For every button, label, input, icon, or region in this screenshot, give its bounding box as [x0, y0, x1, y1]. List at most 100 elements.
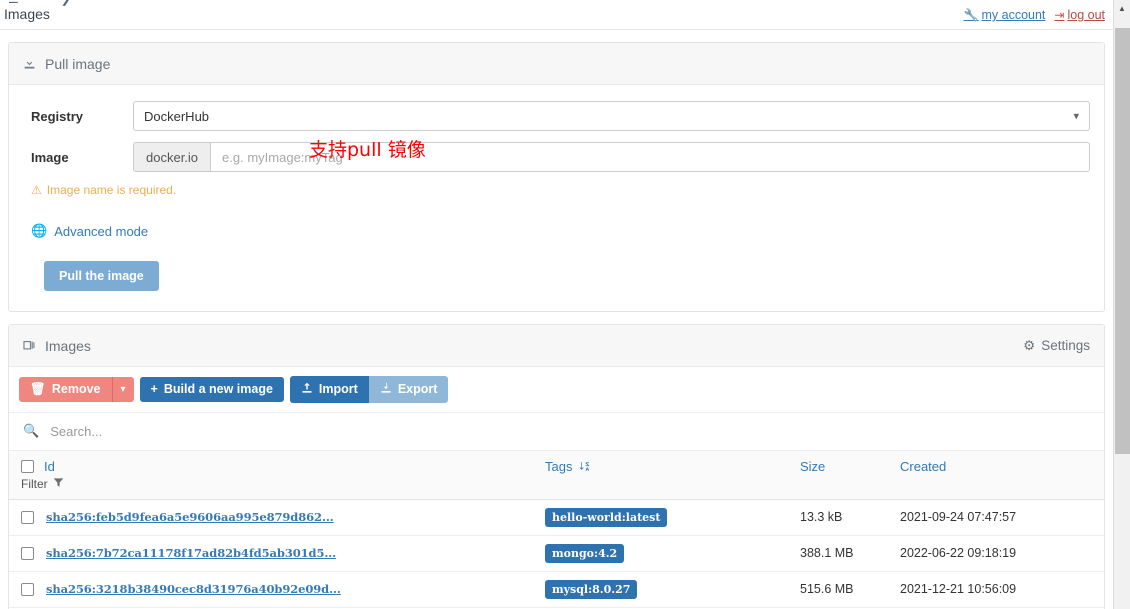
download-icon: [23, 57, 36, 70]
row-size-cell: 388.1 MB: [794, 535, 894, 572]
warning-triangle-icon: ⚠: [31, 183, 42, 197]
images-table: Id Filter Tags Size Created sha256:feb5d…: [9, 450, 1104, 609]
log-out-link[interactable]: ⇥ log out: [1054, 8, 1105, 22]
breadcrumb-chevron-icon: ❯: [61, 0, 71, 6]
table-row[interactable]: sha256:3218b38490cec8d31976a40b92e09d...…: [9, 571, 1104, 608]
row-tags-cell: hello-world:latest: [539, 499, 794, 536]
row-tags-cell: mysql:8.0.27: [539, 571, 794, 608]
gear-icon: ⚙: [1023, 337, 1036, 353]
import-export-group: Import Export: [289, 376, 449, 403]
remove-label: Remove: [51, 382, 101, 396]
search-icon: 🔍: [23, 423, 40, 438]
image-input-group: docker.io: [133, 142, 1090, 172]
images-panel: Images ⚙ Settings 🗑 Remove ▾ + Build a n…: [8, 324, 1105, 609]
pull-the-image-button[interactable]: Pull the image: [44, 261, 159, 291]
sort-alpha-down-icon: [576, 459, 590, 474]
registry-select[interactable]: DockerHub ▾: [133, 101, 1090, 131]
pull-image-body: Registry DockerHub ▾ Image docker.io ⚠: [9, 85, 1104, 311]
warning-text: Image name is required.: [46, 183, 177, 197]
image-tag-badge[interactable]: mysql:8.0.27: [545, 579, 638, 599]
row-select-checkbox[interactable]: [21, 511, 34, 525]
image-tag-badge[interactable]: hello-world:latest: [545, 507, 668, 527]
image-id-link[interactable]: sha256:3218b38490cec8d31976a40b92e09d...: [46, 582, 341, 596]
row-id-cell: sha256:feb5d9fea6a5e9606aa995e879d862...: [40, 499, 539, 536]
images-title: Images: [45, 337, 91, 354]
column-size-label: Size: [800, 458, 826, 474]
settings-link[interactable]: ⚙ Settings: [1023, 338, 1090, 354]
scroll-up-arrow-icon[interactable]: ▲: [1114, 0, 1130, 17]
filter-label: Filter: [21, 476, 48, 491]
images-search-row: 🔍: [9, 413, 1104, 451]
image-label: Image: [31, 149, 69, 165]
advanced-mode-label: Advanced mode: [54, 223, 149, 239]
row-checkbox-cell[interactable]: [9, 571, 40, 608]
column-header-created[interactable]: Created: [894, 450, 1104, 500]
row-size-cell: 515.6 MB: [794, 571, 894, 608]
table-row[interactable]: sha256:7b72ca11178f17ad82b4fd5ab301d5...…: [9, 535, 1104, 572]
page-title: Images: [4, 6, 50, 22]
registry-label: Registry: [31, 108, 84, 124]
row-id-cell: sha256:3218b38490cec8d31976a40b92e09d...: [40, 571, 539, 608]
table-row[interactable]: sha256:feb5d9fea6a5e9606aa995e879d862...…: [9, 499, 1104, 536]
annotation-pull: 支持pull 镜像: [309, 139, 426, 161]
images-table-header-row: Id Filter Tags Size Created: [9, 450, 1104, 500]
column-header-tags[interactable]: Tags: [539, 450, 794, 500]
row-id-cell: sha256:7b72ca11178f17ad82b4fd5ab301d5...: [40, 535, 539, 572]
plus-icon: +: [150, 382, 158, 396]
images-table-body: sha256:feb5d9fea6a5e9606aa995e879d862...…: [9, 499, 1104, 609]
registry-row: Registry DockerHub ▾: [23, 101, 1090, 131]
wrench-icon: 🔧: [963, 8, 979, 22]
images-toolbar: 🗑 Remove ▾ + Build a new image Import Ex…: [9, 367, 1104, 413]
row-created-cell: 2021-12-21 10:56:09: [894, 571, 1104, 608]
row-checkbox-cell[interactable]: [9, 499, 40, 536]
my-account-link[interactable]: 🔧 my account: [964, 8, 1046, 22]
import-button[interactable]: Import: [289, 376, 369, 403]
logout-icon: ⇥: [1054, 8, 1065, 22]
download-icon: [380, 382, 392, 397]
registry-selected-value: DockerHub: [144, 108, 210, 124]
image-registry-prefix: docker.io: [133, 142, 211, 172]
images-table-head: Id Filter Tags Size Created: [9, 450, 1104, 500]
funnel-icon: [53, 477, 64, 491]
id-filter-control[interactable]: Filter: [21, 477, 533, 491]
chevron-down-icon: ▾: [1073, 110, 1079, 123]
pull-image-title: Pull image: [45, 55, 111, 72]
row-select-checkbox[interactable]: [21, 583, 34, 597]
remove-dropdown-toggle[interactable]: ▾: [111, 377, 134, 402]
row-select-checkbox[interactable]: [21, 547, 34, 561]
browser-viewport: ☰ ❯ Images 🔧 my account ⇥ log out: [0, 0, 1130, 609]
row-checkbox-cell[interactable]: [9, 535, 40, 572]
image-tag-badge[interactable]: mongo:4.2: [545, 543, 625, 563]
row-created-cell: 2022-06-22 09:18:19: [894, 535, 1104, 572]
pull-image-panel: Pull image Registry DockerHub ▾ Image do…: [8, 42, 1105, 312]
column-tags-label: Tags: [545, 458, 573, 474]
build-label: Build a new image: [163, 382, 273, 396]
image-id-link[interactable]: sha256:feb5d9fea6a5e9606aa995e879d862...: [46, 510, 334, 524]
globe-icon: 🌐: [31, 223, 48, 238]
search-input[interactable]: [48, 422, 1090, 440]
export-button[interactable]: Export: [368, 376, 449, 403]
topbar: ☰ ❯ Images 🔧 my account ⇥ log out: [0, 0, 1113, 30]
import-label: Import: [318, 382, 358, 396]
remove-button[interactable]: 🗑 Remove: [19, 377, 112, 402]
row-tags-cell: mongo:4.2: [539, 535, 794, 572]
advanced-mode-link[interactable]: 🌐 Advanced mode: [31, 223, 148, 239]
vertical-scrollbar[interactable]: ▲: [1113, 0, 1130, 609]
row-created-cell: 2021-09-24 07:47:57: [894, 499, 1104, 536]
image-row: Image docker.io: [23, 142, 1090, 172]
column-created-label: Created: [900, 458, 947, 474]
export-label: Export: [397, 382, 438, 396]
account-links: 🔧 my account ⇥ log out: [964, 8, 1105, 22]
remove-split-button: 🗑 Remove ▾: [19, 377, 134, 402]
image-id-link[interactable]: sha256:7b72ca11178f17ad82b4fd5ab301d5...: [46, 546, 336, 560]
scrollbar-thumb[interactable]: [1115, 28, 1130, 454]
images-header: Images ⚙ Settings: [9, 325, 1104, 367]
log-out-label: log out: [1067, 8, 1105, 22]
build-a-new-image-button[interactable]: + Build a new image: [139, 377, 284, 402]
column-header-id[interactable]: Id Filter: [9, 450, 539, 500]
column-header-size[interactable]: Size: [794, 450, 894, 500]
pull-image-header: Pull image: [9, 43, 1104, 85]
row-size-cell: 13.3 kB: [794, 499, 894, 536]
select-all-checkbox[interactable]: [21, 459, 34, 473]
upload-icon: [301, 382, 313, 397]
